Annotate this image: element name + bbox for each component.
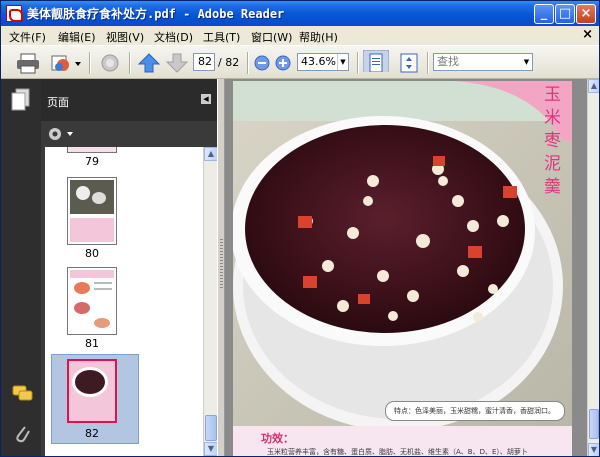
thumbnail-label-82: 82 xyxy=(85,427,99,440)
pages-panel: 页面 ◀ 79 80 81 82 ▲ ▼ xyxy=(41,79,218,456)
fit-page-icon[interactable] xyxy=(397,52,421,74)
pages-panel-title: 页面 xyxy=(47,96,69,109)
document-view[interactable]: 玉米枣泥羹 特点：色泽美丽，玉米甜糯，蜜汁清香，香甜润口。 功效： 玉米粒营养丰… xyxy=(225,79,587,456)
attachment-icon[interactable] xyxy=(13,423,31,445)
recipe-caption: 特点：色泽美丽，玉米甜糯，蜜汁清香，香甜润口。 xyxy=(385,401,565,421)
previous-page-icon[interactable] xyxy=(137,52,161,74)
page-total: / 82 xyxy=(218,56,240,69)
page-number-input[interactable]: 82 xyxy=(193,53,215,71)
thumbnail-label-81: 81 xyxy=(85,337,99,350)
document-scroll-thumb[interactable] xyxy=(589,409,599,439)
email-share-icon[interactable] xyxy=(49,52,83,74)
soup-bowl-photo xyxy=(233,81,572,426)
adobe-reader-icon[interactable] xyxy=(6,5,23,22)
navigation-strip xyxy=(1,79,41,456)
zoom-in-icon[interactable] xyxy=(274,52,292,74)
document-close-icon[interactable]: × xyxy=(582,27,593,42)
scroll-up-icon[interactable]: ▲ xyxy=(588,79,599,93)
close-button[interactable]: × xyxy=(576,4,596,24)
print-icon[interactable] xyxy=(15,52,41,74)
thumbnail-list[interactable]: 79 80 81 82 xyxy=(45,147,203,456)
single-page-view-icon[interactable] xyxy=(363,50,389,72)
thumbnail-page-82[interactable] xyxy=(67,359,117,423)
options-gear-icon[interactable] xyxy=(47,126,75,142)
chevron-down-icon[interactable]: ▼ xyxy=(337,54,348,70)
menu-edit[interactable]: 编辑(E) xyxy=(58,29,96,45)
effect-heading: 功效： xyxy=(261,432,294,445)
title-bar[interactable]: 美体靓肤食疗食补处方.pdf - Adobe Reader _ □ × xyxy=(1,1,599,26)
toolbar-separator xyxy=(427,52,428,74)
toolbar-separator xyxy=(247,52,248,74)
thumbnail-scroll-thumb[interactable] xyxy=(205,415,217,441)
menu-tools[interactable]: 工具(T) xyxy=(203,29,240,45)
zoom-select[interactable]: 43.6% ▼ xyxy=(297,53,349,71)
app-window: 美体靓肤食疗食补处方.pdf - Adobe Reader _ □ × 文件(F… xyxy=(0,0,600,457)
panel-options-bar xyxy=(41,121,217,147)
scroll-down-icon[interactable]: ▼ xyxy=(204,442,218,456)
document-scrollbar[interactable]: ▲ ▼ xyxy=(587,79,599,456)
comments-icon[interactable] xyxy=(12,385,34,403)
thumbnail-label-79: 79 xyxy=(85,155,99,168)
menu-document[interactable]: 文档(D) xyxy=(154,29,193,45)
scroll-up-icon[interactable]: ▲ xyxy=(204,147,218,161)
thumbnail-page-79[interactable] xyxy=(67,147,117,153)
pdf-page: 玉米枣泥羹 特点：色泽美丽，玉米甜糯，蜜汁清香，香甜润口。 功效： 玉米粒营养丰… xyxy=(233,81,572,456)
effect-text: 玉米粒营养丰富，含有糖、蛋白质、脂肪、无机盐、维生素（A、B、D、E）、胡萝卜 xyxy=(267,448,528,456)
panel-splitter[interactable] xyxy=(217,79,225,456)
recipe-title: 玉米枣泥羹 xyxy=(540,85,560,200)
zoom-value: 43.6% xyxy=(301,55,336,68)
minimize-button[interactable]: _ xyxy=(534,4,554,24)
menu-file[interactable]: 文件(F) xyxy=(9,29,46,45)
thumbnail-page-80[interactable] xyxy=(67,177,117,245)
menu-bar: 文件(F) 编辑(E) 视图(V) 文档(D) 工具(T) 窗口(W) 帮助(H… xyxy=(1,26,599,45)
hand-tool-icon[interactable] xyxy=(97,52,123,74)
menu-help[interactable]: 帮助(H) xyxy=(299,29,338,45)
toolbar-separator xyxy=(357,52,358,74)
collapse-panel-icon[interactable]: ◀ xyxy=(201,94,211,104)
toolbar-separator xyxy=(129,52,130,74)
splitter-grip[interactable] xyxy=(220,239,223,289)
maximize-button[interactable]: □ xyxy=(555,4,575,24)
zoom-out-icon[interactable] xyxy=(253,52,271,74)
menu-window[interactable]: 窗口(W) xyxy=(251,29,292,45)
thumbnail-scrollbar[interactable]: ▲ ▼ xyxy=(203,147,218,456)
pages-panel-header: 页面 ◀ xyxy=(41,79,217,121)
scroll-down-icon[interactable]: ▼ xyxy=(588,443,599,456)
pages-panel-icon[interactable] xyxy=(10,88,32,112)
search-placeholder: 查找 xyxy=(437,55,459,68)
search-input[interactable]: 查找 ▼ xyxy=(433,53,533,71)
window-title: 美体靓肤食疗食补处方.pdf - Adobe Reader xyxy=(27,7,285,21)
chevron-down-icon[interactable]: ▼ xyxy=(521,54,532,70)
thumbnail-label-80: 80 xyxy=(85,247,99,260)
toolbar: 82 / 82 43.6% ▼ 查找 ▼ xyxy=(1,45,599,79)
thumbnail-page-81[interactable] xyxy=(67,267,117,335)
next-page-icon[interactable] xyxy=(165,52,189,74)
toolbar-separator xyxy=(89,52,90,74)
menu-view[interactable]: 视图(V) xyxy=(106,29,144,45)
